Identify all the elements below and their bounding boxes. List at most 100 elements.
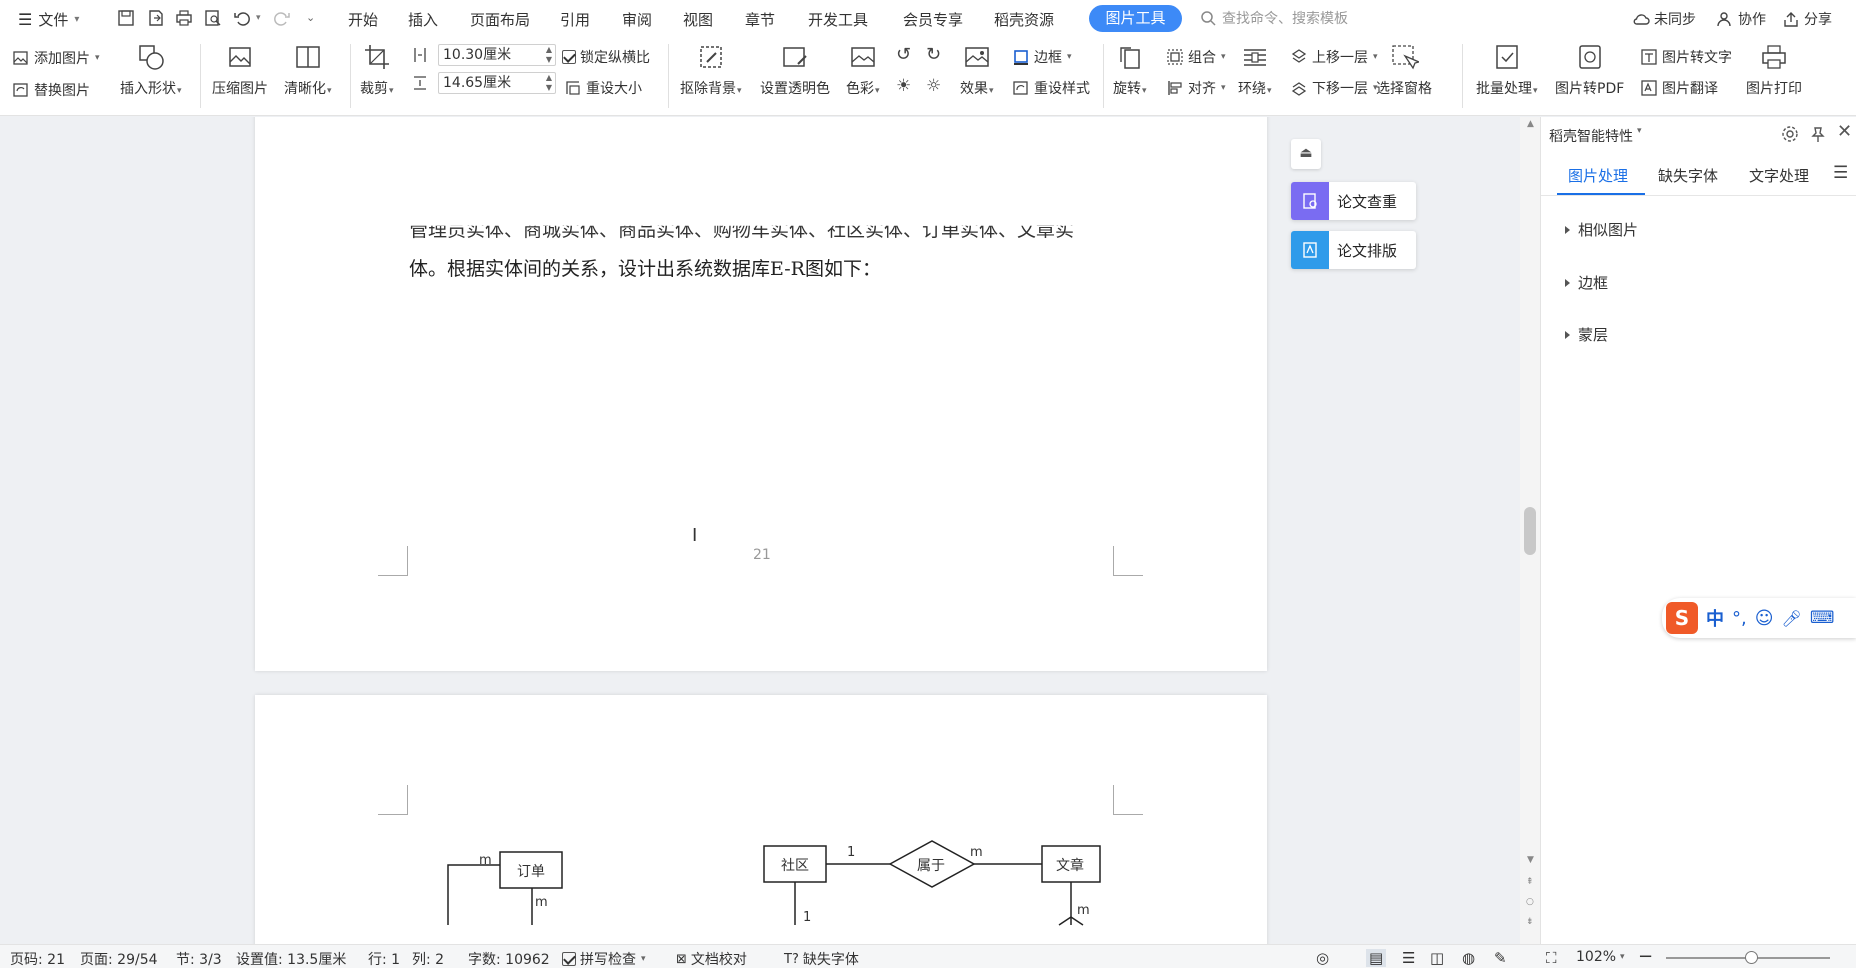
undo-icon[interactable]	[232, 8, 252, 28]
tab-missing-fonts[interactable]: 缺失字体	[1658, 165, 1718, 186]
search-input[interactable]: 查找命令、搜索模板	[1200, 7, 1440, 29]
zoom-slider-thumb[interactable]	[1745, 951, 1758, 964]
undo-dropdown-icon[interactable]: ▾	[256, 13, 261, 23]
picture-print-button[interactable]: 图片打印	[1746, 42, 1802, 98]
microphone-icon[interactable]: 🎤︎	[1782, 609, 1802, 628]
outline-view-icon[interactable]: ☰	[1402, 949, 1415, 967]
effects-button[interactable]: 效果▾	[960, 42, 994, 98]
align-button[interactable]: 对齐 ▾	[1166, 78, 1226, 98]
send-backward-button[interactable]: 下移一层 ▾	[1290, 78, 1378, 98]
tab-image-processing[interactable]: 图片处理	[1568, 165, 1628, 186]
wrap-text-button[interactable]: 环绕▾	[1238, 42, 1272, 98]
tab-developer[interactable]: 开发工具	[808, 9, 868, 30]
zoom-out-icon[interactable]: −	[1638, 946, 1653, 967]
panel-title[interactable]: 稻壳智能特性 ▾	[1549, 126, 1642, 146]
tab-docer[interactable]: 稻壳资源	[994, 9, 1054, 30]
sharpen-button[interactable]: 清晰化▾	[284, 42, 332, 98]
gear-icon[interactable]	[1781, 125, 1799, 143]
scroll-up-icon[interactable]: ▲	[1527, 119, 1534, 129]
punctuation-icon[interactable]: °,	[1732, 608, 1747, 629]
add-picture-button[interactable]: 添加图片 ▾	[12, 48, 100, 68]
tab-member[interactable]: 会员专享	[903, 9, 963, 30]
paragraph-line[interactable]: 管理员实体、商城实体、商品实体、购物车实体、社区实体、订单实体、文章实	[409, 226, 1074, 242]
width-input[interactable]: 10.30厘米 ▲ ▼	[438, 44, 556, 66]
file-menu[interactable]: ☰ 文件 ▾	[18, 9, 79, 30]
fit-page-icon[interactable]: ⛶	[1546, 949, 1557, 967]
paragraph-line[interactable]: 体。根据实体间的关系，设计出系统数据库E-R图如下：	[409, 254, 881, 281]
document-page[interactable]: 订单 m m 社区 属于 文章 1 m 1 m	[255, 695, 1267, 944]
customize-toolbar-icon[interactable]: ⌄	[306, 11, 315, 24]
spinner-arrows-icon[interactable]: ▲ ▼	[546, 45, 552, 65]
tab-references[interactable]: 引用	[560, 9, 590, 30]
select-browse-icon[interactable]: ○	[1526, 897, 1534, 907]
translate-button[interactable]: 图片翻译	[1640, 78, 1718, 98]
compress-picture-button[interactable]: 压缩图片	[212, 42, 268, 98]
reading-view-icon[interactable]: ◫	[1430, 949, 1444, 967]
rotate-left-icon[interactable]: ↺	[896, 44, 911, 65]
mask-layer-item[interactable]: 蒙层	[1565, 324, 1608, 345]
rotate-right-icon[interactable]: ↻	[926, 44, 941, 65]
er-diagram[interactable]	[255, 695, 1267, 944]
tab-review[interactable]: 审阅	[622, 9, 652, 30]
sync-button[interactable]: 未同步	[1632, 9, 1696, 29]
to-pdf-button[interactable]: 图片转PDF	[1555, 42, 1624, 98]
word-count-status[interactable]: 字数: 10962	[468, 949, 550, 968]
scroll-down-icon[interactable]: ▼	[1527, 855, 1534, 865]
eye-protection-icon[interactable]: ◎	[1316, 949, 1329, 967]
rotate-button[interactable]: 旋转▾	[1113, 42, 1147, 98]
brightness-up-icon[interactable]: ☀	[896, 76, 911, 96]
tab-view[interactable]: 视图	[683, 9, 713, 30]
tab-text-processing[interactable]: 文字处理	[1749, 165, 1809, 186]
paper-check-button[interactable]: 论文查重	[1291, 182, 1416, 220]
document-proof-button[interactable]: ⊠ 文档校对	[676, 949, 747, 968]
batch-process-button[interactable]: 批量处理▾	[1476, 42, 1538, 98]
reset-style-button[interactable]: 重设样式	[1012, 78, 1090, 98]
document-area[interactable]: 管理员实体、商城实体、商品实体、购物车实体、社区实体、订单实体、文章实 体。根据…	[0, 117, 1540, 944]
paper-format-button[interactable]: 论文排版	[1291, 231, 1416, 269]
save-icon[interactable]	[116, 8, 136, 28]
tab-page-layout[interactable]: 页面布局	[470, 9, 530, 30]
selection-pane-button[interactable]: 选择窗格	[1376, 42, 1432, 98]
print-preview-icon[interactable]	[203, 8, 223, 28]
keyboard-icon[interactable]: ⌨	[1810, 608, 1835, 628]
page-count-status[interactable]: 页面: 29/54	[80, 949, 158, 968]
emoji-icon[interactable]: ☺	[1755, 608, 1774, 629]
scrollbar-thumb[interactable]	[1524, 507, 1536, 555]
ime-mode[interactable]: 中	[1706, 605, 1724, 631]
pin-icon[interactable]	[1809, 125, 1827, 143]
border-button[interactable]: 边框 ▾	[1012, 47, 1072, 67]
insert-shape-button[interactable]: 插入形状▾	[120, 42, 182, 98]
tab-insert[interactable]: 插入	[408, 9, 438, 30]
group-button[interactable]: 组合 ▾	[1166, 47, 1226, 67]
write-view-icon[interactable]: ✎	[1494, 949, 1507, 967]
setting-value-status[interactable]: 设置值: 13.5厘米	[236, 949, 346, 968]
document-page[interactable]: 管理员实体、商城实体、商品实体、购物车实体、社区实体、订单实体、文章实 体。根据…	[255, 117, 1267, 671]
next-page-icon[interactable]: ⇟	[1526, 917, 1534, 927]
collapse-icon[interactable]: ⏏	[1291, 139, 1321, 169]
spinner-arrows-icon[interactable]: ▲ ▼	[546, 73, 552, 93]
similar-images-item[interactable]: 相似图片	[1565, 219, 1638, 240]
tab-start[interactable]: 开始	[348, 9, 378, 30]
share-button[interactable]: 分享	[1782, 9, 1832, 29]
vertical-scrollbar[interactable]: ▲ ▼ ⇞ ○ ⇟	[1520, 117, 1540, 944]
lock-ratio-checkbox[interactable]: 锁定纵横比	[562, 47, 650, 67]
crop-button[interactable]: 裁剪▾	[360, 42, 394, 98]
missing-font-button[interactable]: T? 缺失字体	[784, 949, 859, 968]
close-icon[interactable]: ✕	[1837, 121, 1852, 142]
ime-toolbar[interactable]: S 中 °, ☺ 🎤︎ ⌨	[1662, 598, 1856, 638]
menu-icon[interactable]: ☰	[1833, 163, 1848, 183]
page-code-status[interactable]: 页码: 21	[10, 949, 65, 968]
spell-check-button[interactable]: 拼写检查 ▾	[562, 949, 646, 968]
border-item[interactable]: 边框	[1565, 272, 1608, 293]
height-input[interactable]: 14.65厘米 ▲ ▼	[438, 72, 556, 94]
set-transparent-button[interactable]: 设置透明色	[760, 42, 830, 98]
to-text-button[interactable]: 图片转文字	[1640, 47, 1732, 67]
tab-chapter[interactable]: 章节	[745, 9, 775, 30]
export-icon[interactable]	[146, 8, 166, 28]
collab-button[interactable]: 协作	[1716, 9, 1766, 29]
reset-size-button[interactable]: 重设大小	[564, 78, 642, 98]
tab-picture-tools[interactable]: 图片工具	[1089, 5, 1182, 32]
print-icon[interactable]	[174, 8, 194, 28]
prev-page-icon[interactable]: ⇞	[1526, 877, 1534, 887]
web-view-icon[interactable]: ◍	[1462, 949, 1475, 967]
